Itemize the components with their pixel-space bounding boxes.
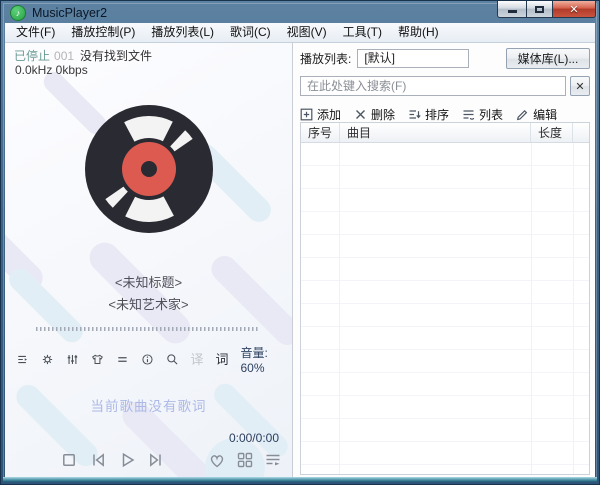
caption-buttons: ✕ [497,1,596,18]
playlist-select[interactable]: [默认] [357,48,470,68]
app-body: 文件(F) 播放控制(P) 播放列表(L) 歌词(C) 视图(V) 工具(T) … [5,23,595,477]
desktop-lyric-icon[interactable] [116,351,129,368]
previous-button[interactable] [88,450,108,470]
column-divider [573,143,574,474]
track-artist: <未知艺术家> [108,297,189,312]
menu-playback-control[interactable]: 播放控制(P) [63,23,143,42]
sort-label: 排序 [425,107,450,122]
media-library-button[interactable]: 媒体库(L)... [506,47,590,69]
sort-icon [409,109,421,119]
track-number: 001 [54,49,75,63]
delete-label: 删除 [371,107,396,122]
next-button[interactable] [146,450,166,470]
column-header-extra [573,123,589,142]
lyric-toggle[interactable]: 词 [215,351,228,368]
media-list-icon[interactable] [16,351,29,368]
playlist-panel: 播放列表: [默认] 媒体库(L)... ✕ 添加 [293,43,595,477]
media-library-grid-icon[interactable] [235,450,255,470]
menu-playlist[interactable]: 播放列表(L) [143,23,222,42]
sort-button[interactable]: 排序 [408,106,449,123]
menu-tools[interactable]: 工具(T) [335,23,390,42]
translate-lyric-toggle[interactable]: 译 [190,351,203,368]
list-icon [463,109,475,120]
window-bottom-frame [3,477,597,482]
column-header-length[interactable]: 长度 [531,123,573,142]
equalizer-icon[interactable] [66,351,79,368]
clear-search-button[interactable]: ✕ [570,76,590,96]
settings-gear-icon[interactable] [41,351,54,368]
playback-state: 已停止 [14,49,51,63]
minimize-icon [507,10,517,13]
playlist-label: 播放列表: [300,51,352,66]
stream-info: 0.0kHz 0kbps [15,63,88,77]
bg-capsule [83,236,197,350]
close-icon: ✕ [569,3,579,16]
menu-help[interactable]: 帮助(H) [390,23,447,42]
time-display: 0:00/0:00 [228,431,279,445]
status-message: 没有找到文件 [80,49,153,63]
edit-icon [516,109,528,120]
track-title: <未知标题> [114,275,183,290]
current-playlist-icon[interactable] [263,450,283,470]
search-input[interactable] [300,76,566,96]
minimize-button[interactable] [497,1,526,18]
add-label: 添加 [317,107,342,122]
window-title: MusicPlayer2 [32,6,108,20]
close-button[interactable]: ✕ [553,1,596,18]
add-icon [300,108,313,120]
playlist-table: 序号 曲目 长度 [300,122,590,475]
edit-button[interactable]: 编辑 [516,106,557,123]
table-header: 序号 曲目 长度 [301,123,589,143]
table-body[interactable] [301,143,589,474]
status-line: 已停止 001 没有找到文件 [14,47,152,64]
info-icon[interactable] [141,351,154,368]
menu-lyrics[interactable]: 歌词(C) [222,23,279,42]
playlist-toolbar: 添加 删除 排序 列表 编辑 [300,105,590,123]
menu-bar: 文件(F) 播放控制(P) 播放列表(L) 歌词(C) 视图(V) 工具(T) … [5,23,595,43]
menu-file[interactable]: 文件(F) [8,23,63,42]
delete-icon [356,109,366,119]
search-icon[interactable] [166,351,179,368]
menu-view[interactable]: 视图(V) [279,23,335,42]
maximize-button[interactable] [526,1,553,18]
column-divider [339,143,340,474]
list-label: 列表 [479,107,504,122]
maximize-icon [535,5,544,13]
edit-label: 编辑 [533,107,558,122]
delete-button[interactable]: 删除 [354,106,395,123]
skin-tshirt-icon[interactable] [91,351,104,368]
player-panel: 已停止 001 没有找到文件 0.0kHz 0kbps <未知标题> <未知艺术家> [5,43,293,477]
progress-bar[interactable] [36,327,259,331]
player-toolbar: 译 词 音量: 60% [16,346,282,375]
play-button[interactable] [117,450,137,470]
stop-button[interactable] [59,450,79,470]
column-header-index[interactable]: 序号 [301,123,340,142]
window-frame: ♪ MusicPlayer2 ✕ 文件(F) 播放控制(P) 播放列表(L) 歌… [0,0,600,485]
playback-controls [5,447,292,473]
column-header-track[interactable]: 曲目 [340,123,531,142]
list-button[interactable]: 列表 [462,106,503,123]
lyric-placeholder: 当前歌曲没有歌词 [90,399,207,414]
app-icon: ♪ [10,5,26,21]
album-art-vinyl [84,105,213,233]
volume-label[interactable]: 音量: 60% [240,344,282,375]
column-divider [531,143,532,474]
add-button[interactable]: 添加 [300,106,341,123]
favorite-heart-icon[interactable] [207,450,227,470]
